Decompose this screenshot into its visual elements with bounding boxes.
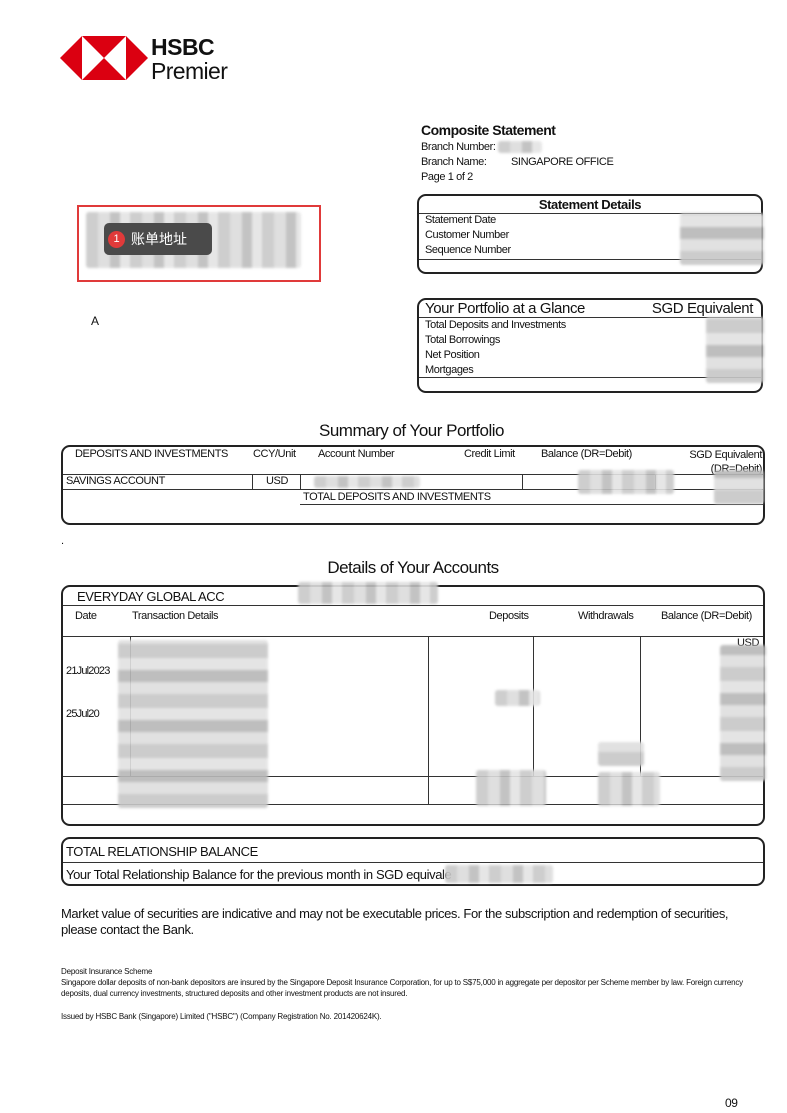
net-position-label: Net Position (425, 349, 480, 361)
divider (63, 605, 763, 606)
total-borrowings-label: Total Borrowings (425, 334, 500, 346)
address-letter: A (91, 314, 99, 328)
statement-date-label: Statement Date (425, 214, 496, 226)
redacted-relationship-amount (445, 865, 553, 883)
details-title: Details of Your Accounts (327, 558, 499, 577)
divider (300, 504, 763, 505)
market-value-note: Market value of securities are indicativ… (61, 906, 729, 937)
portfolio-glance-currency: SGD Equivalent (651, 300, 754, 317)
relationship-text: Your Total Relationship Balance for the … (66, 867, 452, 882)
header-date: Date (75, 610, 97, 622)
page-indicator: Page 1 of 2 (421, 171, 473, 183)
divider (300, 474, 301, 489)
total-deposits-investments-label: TOTAL DEPOSITS AND INVESTMENTS (303, 491, 491, 503)
header-account-number: Account Number (318, 448, 395, 460)
savings-account-label: SAVINGS ACCOUNT (66, 475, 165, 487)
divider (428, 636, 429, 804)
redacted-balance (578, 470, 674, 494)
header-deposits-investments: DEPOSITS AND INVESTMENTS (75, 448, 228, 460)
brand-tier: Premier (151, 58, 228, 84)
redacted-deposit-total (476, 770, 546, 806)
redacted-transaction-details (118, 640, 268, 808)
account-name: EVERYDAY GLOBAL ACC (77, 589, 225, 604)
tooltip-label: 账单地址 (131, 232, 187, 248)
hsbc-logo (60, 36, 148, 80)
redacted-balances (720, 645, 766, 781)
hexagon-logo-icon (60, 36, 148, 80)
redacted-withdrawal-amount (598, 742, 644, 766)
divider (63, 862, 763, 863)
sequence-number-label: Sequence Number (425, 244, 511, 256)
header-balance-dr: Balance (DR=Debit) (661, 610, 752, 622)
statement-details-title: Statement Details (538, 197, 642, 212)
header-withdrawals: Withdrawals (578, 610, 634, 622)
header-credit-limit: Credit Limit (464, 448, 515, 460)
divider (533, 636, 534, 776)
summary-title: Summary of Your Portfolio (319, 421, 504, 440)
customer-number-label: Customer Number (425, 229, 509, 241)
redacted-portfolio-values (706, 317, 764, 383)
redacted-sgd-equivalent (714, 470, 764, 504)
header-transaction-details: Transaction Details (132, 610, 219, 622)
total-deposits-label: Total Deposits and Investments (425, 319, 566, 331)
page-number: 09 (725, 1096, 738, 1110)
annotation-number-badge: 1 (108, 230, 125, 248)
divider (63, 636, 763, 637)
header-balance: Balance (DR=Debit) (541, 448, 632, 460)
deposit-insurance-title: Deposit Insurance Scheme (61, 967, 153, 976)
stray-dot: . (61, 535, 64, 547)
issued-by-note: Issued by HSBC Bank (Singapore) Limited … (61, 1012, 382, 1021)
relationship-title: TOTAL RELATIONSHIP BALANCE (66, 844, 258, 859)
transaction-date-1: 21Jul2023 (66, 665, 110, 677)
mortgages-label: Mortgages (425, 364, 474, 376)
statement-title: Composite Statement (421, 122, 556, 138)
redacted-branch-number (498, 141, 542, 153)
address-tooltip: 1 账单地址 (104, 223, 212, 255)
header-ccy-unit: CCY/Unit (253, 448, 296, 460)
branch-name-label: Branch Name: (421, 156, 487, 168)
redacted-deposit-amount (495, 690, 540, 706)
redacted-account-id (298, 582, 438, 604)
redacted-account-number (314, 476, 420, 488)
branch-name-value: SINGAPORE OFFICE (511, 156, 614, 168)
redacted-statement-values (680, 213, 764, 265)
deposit-insurance-text: Singapore dollar deposits of non-bank de… (61, 978, 743, 998)
savings-account-ccy: USD (266, 475, 289, 487)
divider (252, 474, 253, 489)
brand-name: HSBC (151, 34, 215, 60)
header-deposits: Deposits (489, 610, 529, 622)
portfolio-glance-title: Your Portfolio at a Glance (425, 300, 585, 317)
redacted-withdrawal-total (598, 772, 660, 806)
transaction-date-2: 25Jul20 (66, 708, 100, 720)
divider (522, 474, 523, 489)
branch-number-label: Branch Number: (421, 141, 496, 153)
